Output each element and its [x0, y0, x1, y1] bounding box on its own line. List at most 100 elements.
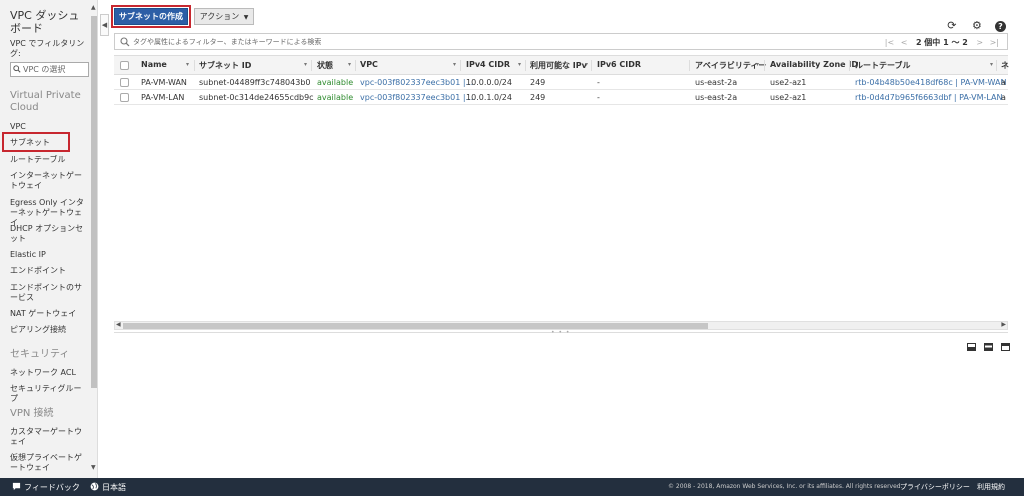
select-all-checkbox[interactable] [120, 61, 129, 70]
terms-link[interactable]: 利用規約 [977, 482, 1005, 492]
sort-icon[interactable]: ▾ [348, 61, 351, 68]
sidebar-item-security-group[interactable]: セキュリティグループ [10, 384, 88, 404]
create-subnet-button[interactable]: サブネットの作成 [114, 8, 188, 25]
sidebar-item-dhcp-options[interactable]: DHCP オプションセット [10, 224, 88, 244]
search-icon [120, 37, 130, 47]
column-divider [849, 60, 850, 71]
next-page-icon[interactable]: > [976, 38, 983, 47]
cell-route-table-link[interactable]: rtb-0d4d7b965f6663dbf | PA-VM-LAN [855, 93, 1002, 102]
table-row[interactable]: PA-VM-LAN subnet-0c314de24655cdb9c avail… [114, 90, 1008, 105]
sort-icon[interactable]: ▾ [453, 61, 456, 68]
sort-icon[interactable]: ▾ [186, 61, 189, 68]
language-label: 日本語 [102, 483, 126, 492]
sort-icon[interactable]: ▾ [841, 61, 844, 68]
cell-ipv4-cidr: 10.0.0.0/24 [466, 78, 512, 87]
sidebar-item-endpoint-service[interactable]: エンドポイントのサービス [10, 283, 88, 303]
language-selector[interactable]: 日本語 [90, 482, 126, 493]
col-state[interactable]: 状態 [317, 60, 333, 71]
col-ipv6-cidr[interactable]: IPv6 CIDR [597, 60, 641, 69]
feedback-link[interactable]: フィードバック [12, 482, 80, 493]
column-divider [194, 60, 195, 71]
sidebar-item-network-acl[interactable]: ネットワーク ACL [10, 368, 88, 378]
table-header: Name ▾ サブネット ID ▾ 状態 ▾ VPC ▾ IPv4 CIDR ▾… [114, 55, 1009, 75]
pagination: |< < 2 個中 1 ～ 2 > >| [883, 37, 1001, 48]
section-virtual-private-cloud: Virtual Private Cloud [10, 90, 81, 113]
cell-ipv4-cidr: 10.0.1.0/24 [466, 93, 512, 102]
sidebar-item-internet-gateway[interactable]: インターネットゲートウェイ [10, 171, 88, 191]
col-ipv4-cidr[interactable]: IPv4 CIDR [466, 60, 510, 69]
search-icon [13, 65, 21, 73]
scroll-right-icon[interactable]: ▶ [1001, 321, 1006, 328]
sidebar-item-peering[interactable]: ピアリング接続 [10, 325, 88, 335]
sidebar-item-virtual-private-gateway[interactable]: 仮想プライベートゲートウェイ [10, 453, 88, 473]
first-page-icon[interactable]: |< [885, 38, 894, 47]
collapse-sidebar-button[interactable]: ◀ [100, 14, 109, 36]
col-available-ip[interactable]: 利用可能な IPv [530, 60, 587, 71]
sort-icon[interactable]: ▾ [756, 61, 759, 68]
section-security: セキュリティ [10, 349, 70, 360]
sidebar-scroll-thumb[interactable] [91, 16, 97, 388]
cell-state: available [317, 93, 354, 102]
vpc-select-input[interactable]: VPC の選択 [10, 62, 89, 77]
help-icon[interactable]: ? [995, 21, 1006, 32]
vpc-console: VPC ダッシュボード VPC でフィルタリング: VPC の選択 Virtua… [0, 0, 1024, 496]
sidebar-item-vpc[interactable]: VPC [10, 122, 88, 132]
footer: フィードバック 日本語 © 2008 - 2018, Amazon Web Se… [0, 478, 1024, 496]
last-page-icon[interactable]: >| [990, 38, 999, 47]
col-availability-zone-id[interactable]: Availability Zone ID [770, 60, 858, 69]
panel-splitter[interactable]: • • • [114, 329, 1008, 336]
scroll-left-icon[interactable]: ◀ [116, 321, 121, 328]
gear-icon[interactable]: ⚙ [970, 19, 984, 33]
sidebar-item-customer-gateway[interactable]: カスタマーゲートウェイ [10, 427, 88, 447]
cell-vpc-link[interactable]: vpc-003f802337eec3b01 |... [360, 93, 473, 102]
layout-split-panel-icon[interactable] [983, 343, 993, 351]
actions-dropdown[interactable]: アクション ▼ [194, 8, 254, 25]
col-more[interactable]: ネ [1001, 60, 1009, 71]
sort-icon[interactable]: ▾ [990, 61, 993, 68]
column-divider [689, 60, 690, 71]
copyright-text: © 2008 - 2018, Amazon Web Services, Inc.… [668, 483, 903, 490]
vpc-filter-label: VPC でフィルタリング: [10, 39, 85, 58]
cell-name: PA-VM-LAN [141, 93, 185, 102]
cell-vpc-link[interactable]: vpc-003f802337eec3b01 |... [360, 78, 473, 87]
cell-availability-zone-id: use2-az1 [770, 93, 807, 102]
sort-icon[interactable]: ▾ [304, 61, 307, 68]
layout-bottom-panel-icon[interactable] [966, 343, 976, 351]
col-route-table[interactable]: ルートテーブル [855, 60, 911, 71]
cell-route-table-link[interactable]: rtb-04b48b50e418df68c | PA-VM-WAN [855, 78, 1006, 87]
chevron-left-icon: ◀ [101, 21, 108, 29]
sort-icon[interactable]: ▾ [585, 61, 588, 68]
cell-more: a [1001, 78, 1006, 87]
sidebar-item-route-table[interactable]: ルートテーブル [10, 155, 88, 165]
col-name[interactable]: Name [141, 60, 167, 69]
sidebar-item-endpoint[interactable]: エンドポイント [10, 266, 88, 276]
refresh-icon[interactable]: ⟳ [945, 19, 959, 33]
splitter-grip-icon[interactable]: • • • [551, 329, 570, 336]
sidebar-item-nat-gateway[interactable]: NAT ゲートウェイ [10, 309, 88, 319]
sort-icon[interactable]: ▾ [518, 61, 521, 68]
column-divider [460, 60, 461, 71]
filter-placeholder: タグや属性によるフィルター、またはキーワードによる検索 [133, 38, 322, 46]
column-divider [525, 60, 526, 71]
privacy-policy-link[interactable]: プライバシーポリシー [900, 482, 970, 492]
sidebar-item-subnet[interactable]: サブネット [10, 138, 88, 148]
filter-search-input[interactable]: タグや属性によるフィルター、またはキーワードによる検索 |< < 2 個中 1 … [114, 33, 1008, 50]
cell-availability-zone-id: use2-az1 [770, 78, 807, 87]
main-content: サブネットの作成 アクション ▼ ⟳ ⚙ ? タグや属性によるフィルター、または… [110, 0, 1024, 478]
table-row[interactable]: PA-VM-WAN subnet-04489ff3c748043b0 avail… [114, 75, 1008, 90]
sidebar-item-elastic-ip[interactable]: Elastic IP [10, 250, 88, 260]
column-divider [996, 60, 997, 71]
cell-state: available [317, 78, 354, 87]
horizontal-scroll-thumb[interactable] [123, 323, 708, 329]
sidebar-scrollbar[interactable]: ▲ ▼ [90, 4, 97, 474]
row-checkbox[interactable] [120, 78, 129, 87]
scroll-down-icon[interactable]: ▼ [91, 464, 96, 471]
col-subnet-id[interactable]: サブネット ID [199, 60, 251, 71]
sidebar-title[interactable]: VPC ダッシュボード [10, 9, 88, 35]
row-checkbox[interactable] [120, 93, 129, 102]
col-vpc[interactable]: VPC [360, 60, 378, 69]
globe-icon [90, 482, 99, 491]
scroll-up-icon[interactable]: ▲ [91, 4, 96, 11]
prev-page-icon[interactable]: < [901, 38, 908, 47]
layout-top-panel-icon[interactable] [1001, 343, 1010, 351]
